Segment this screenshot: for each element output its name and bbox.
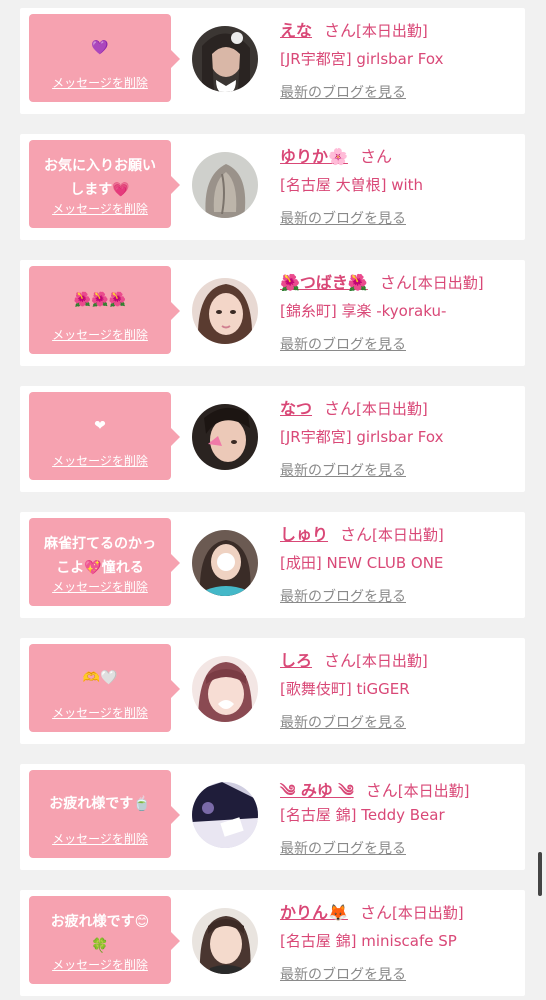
avatar[interactable] — [192, 404, 258, 470]
cast-name[interactable]: ゆりか🌸 — [280, 147, 348, 166]
shop-name: [錦糸町] 享楽 -kyoraku- — [280, 302, 447, 320]
cast-name[interactable]: しろ — [280, 651, 312, 670]
honorific: さん — [324, 21, 357, 40]
list-item: 💜 メッセージを削除 えな さん[本日出勤] [JR宇都宮] girlsbar F… — [20, 8, 525, 114]
message-text: 🌺🌺🌺 — [73, 292, 127, 308]
work-status: [本日出勤] — [391, 904, 464, 922]
list-item: お疲れ様です😊 🍀 メッセージを削除 かりん🦊 さん[本日出勤] [名古屋 錦] … — [20, 890, 525, 996]
cast-name[interactable]: しゅり — [280, 525, 328, 544]
message-text: ❤ — [94, 418, 106, 434]
work-status: [本日出勤] — [372, 526, 444, 544]
honorific: さん — [379, 273, 412, 292]
latest-blog-link[interactable]: 最新のブログを見る — [280, 460, 406, 480]
cast-name[interactable]: 🌺つばき🌺 — [280, 273, 368, 292]
cast-name[interactable]: かりん🦊 — [280, 903, 348, 922]
shop-name: [名古屋 錦] miniscafe SP — [280, 932, 457, 950]
message-text: 💜 — [91, 40, 109, 56]
delete-message-link[interactable]: メッセージを削除 — [29, 830, 171, 847]
message-text: 麻雀打てるのかっ こよ💖憧れる — [44, 536, 156, 576]
message-bubble: お気に入りお願い します💗 メッセージを削除 — [29, 140, 180, 228]
shop-name: [名古屋 錦] Teddy Bear — [280, 806, 445, 824]
name-line: かりん🦊 さん[本日出勤] — [280, 899, 464, 923]
message-text: お疲れ様です😊 🍀 — [50, 914, 150, 954]
cast-name[interactable]: ༄ みゆ ༄ — [280, 781, 354, 800]
delete-message-link[interactable]: メッセージを削除 — [29, 200, 171, 217]
shop-name: [成田] NEW CLUB ONE — [280, 554, 444, 572]
shop-name: [名古屋 大曽根] with — [280, 176, 424, 194]
delete-message-link[interactable]: メッセージを削除 — [29, 578, 171, 595]
name-line: えな さん[本日出勤] — [280, 17, 428, 41]
honorific: さん — [365, 781, 398, 800]
latest-blog-link[interactable]: 最新のブログを見る — [280, 82, 406, 102]
scrollbar[interactable] — [538, 852, 542, 896]
honorific: さん — [359, 903, 392, 922]
work-status: [本日出勤] — [356, 22, 428, 40]
message-bubble: 🌺🌺🌺 メッセージを削除 — [29, 266, 180, 354]
avatar[interactable] — [192, 278, 258, 344]
work-status: [本日出勤] — [356, 400, 428, 418]
list-item: お疲れ様です🍵 メッセージを削除 ༄ みゆ ༄ さん[本日出勤] [名古屋 錦] … — [20, 764, 525, 870]
message-text: お疲れ様です🍵 — [49, 796, 151, 812]
honorific: さん — [324, 651, 357, 670]
delete-message-link[interactable]: メッセージを削除 — [29, 326, 171, 343]
latest-blog-link[interactable]: 最新のブログを見る — [280, 586, 406, 606]
name-line: なつ さん[本日出勤] — [280, 395, 428, 419]
message-bubble: お疲れ様です😊 🍀 メッセージを削除 — [29, 896, 180, 984]
message-bubble: お疲れ様です🍵 メッセージを削除 — [29, 770, 180, 858]
list-item: ❤ メッセージを削除 なつ さん[本日出勤] [JR宇都宮] girlsbar F… — [20, 386, 525, 492]
avatar[interactable] — [192, 530, 258, 596]
latest-blog-link[interactable]: 最新のブログを見る — [280, 712, 406, 732]
shop-name: [歌舞伎町] tiGGER — [280, 680, 410, 698]
latest-blog-link[interactable]: 最新のブログを見る — [280, 964, 406, 984]
avatar[interactable] — [192, 656, 258, 722]
cast-name[interactable]: えな — [280, 21, 312, 40]
latest-blog-link[interactable]: 最新のブログを見る — [280, 838, 406, 858]
name-line: ゆりか🌸 さん — [280, 143, 392, 167]
list-item: 🫶🤍 メッセージを削除 しろ さん[本日出勤] [歌舞伎町] tiGGER 最新の… — [20, 638, 525, 744]
name-line: 🌺つばき🌺 さん[本日出勤] — [280, 269, 484, 293]
honorific: さん — [340, 525, 373, 544]
shop-name: [JR宇都宮] girlsbar Fox — [280, 428, 444, 446]
message-bubble: ❤ メッセージを削除 — [29, 392, 180, 480]
work-status: [本日出勤] — [397, 782, 470, 800]
delete-message-link[interactable]: メッセージを削除 — [29, 956, 171, 973]
work-status: [本日出勤] — [411, 274, 484, 292]
latest-blog-link[interactable]: 最新のブログを見る — [280, 208, 406, 228]
shop-name: [JR宇都宮] girlsbar Fox — [280, 50, 444, 68]
honorific: さん — [359, 147, 392, 166]
delete-message-link[interactable]: メッセージを削除 — [29, 74, 171, 91]
delete-message-link[interactable]: メッセージを削除 — [29, 452, 171, 469]
name-line: しろ さん[本日出勤] — [280, 647, 428, 671]
latest-blog-link[interactable]: 最新のブログを見る — [280, 334, 406, 354]
message-bubble: 🫶🤍 メッセージを削除 — [29, 644, 180, 732]
list-item: 麻雀打てるのかっ こよ💖憧れる メッセージを削除 しゅり さん[本日出勤] [成田… — [20, 512, 525, 618]
message-bubble: 💜 メッセージを削除 — [29, 14, 180, 102]
message-bubble: 麻雀打てるのかっ こよ💖憧れる メッセージを削除 — [29, 518, 180, 606]
avatar[interactable] — [192, 908, 258, 974]
avatar[interactable] — [192, 152, 258, 218]
honorific: さん — [324, 399, 357, 418]
avatar[interactable] — [192, 782, 258, 848]
work-status: [本日出勤] — [356, 652, 428, 670]
cast-name[interactable]: なつ — [280, 399, 312, 418]
list-item: 🌺🌺🌺 メッセージを削除 🌺つばき🌺 さん[本日出勤] [錦糸町] 享楽 -kyo… — [20, 260, 525, 366]
delete-message-link[interactable]: メッセージを削除 — [29, 704, 171, 721]
name-line: しゅり さん[本日出勤] — [280, 521, 444, 545]
list-item: お気に入りお願い します💗 メッセージを削除 ゆりか🌸 さん [名古屋 大曽根] … — [20, 134, 525, 240]
message-text: 🫶🤍 — [82, 670, 118, 686]
message-text: お気に入りお願い します💗 — [44, 158, 156, 198]
avatar[interactable] — [192, 26, 258, 92]
